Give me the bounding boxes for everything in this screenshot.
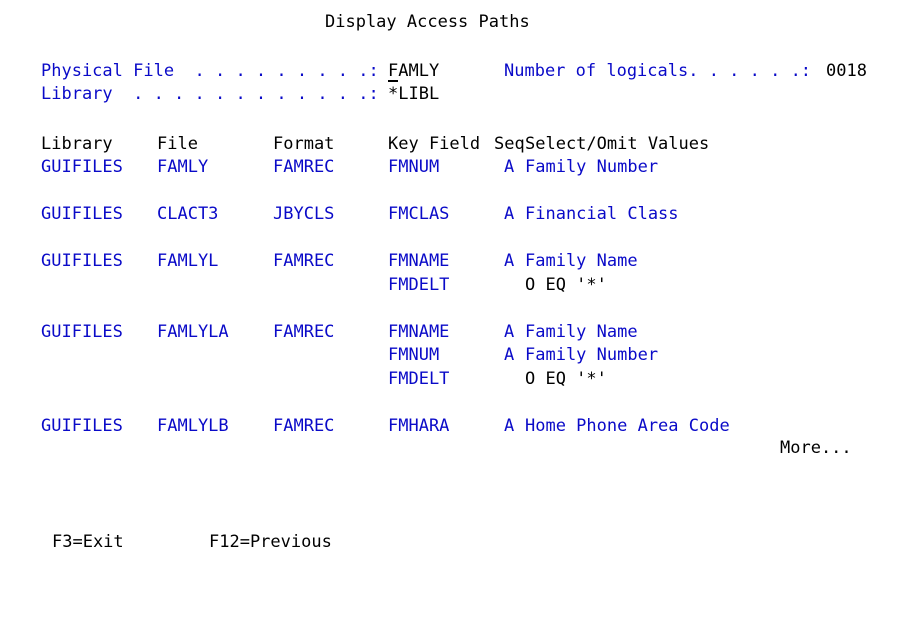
table-row: GUIFILES FAMLYL FAMREC FMNAME A Family Name <box>0 250 900 274</box>
page-title: Display Access Paths <box>325 12 530 32</box>
cell-format: FAMREC <box>273 415 335 436</box>
cell-file: FAMLYLA <box>157 321 229 342</box>
cell-key-field: FMNUM <box>388 157 440 177</box>
cell-key-field: FMCLAS <box>388 204 450 224</box>
cell-select-omit-values: Family Name <box>525 321 638 342</box>
table-row: GUIFILES FAMLY FAMREC FMNUM A Family Number <box>0 156 900 180</box>
column-header-row: Library File Format Key Field Seq Select… <box>0 133 900 157</box>
physical-file-row: Physical File . . . . . . . . .: FAMLY N… <box>0 60 900 84</box>
text-cursor <box>388 80 398 82</box>
cell-seq: A <box>504 157 515 177</box>
cell-seq: A <box>504 321 515 342</box>
cell-key-field: FMHARA <box>388 415 450 436</box>
cell-format: FAMREC <box>273 321 335 342</box>
column-header-format: Format <box>273 134 335 154</box>
function-key-f12-previous[interactable]: F12=Previous <box>209 531 332 555</box>
cell-seq: A <box>504 415 515 436</box>
cell-key-field: FMDELT <box>388 368 450 389</box>
column-header-seq: Seq <box>494 134 525 154</box>
cell-format: FAMREC <box>273 157 335 177</box>
more-indicator: More... <box>780 438 852 458</box>
cell-key-field: FMNAME <box>388 251 450 271</box>
cell-file: FAMLY <box>157 157 209 177</box>
library-input[interactable]: *LIBL <box>388 83 439 107</box>
column-header-file: File <box>157 134 198 154</box>
cell-select-omit-values: Family Number <box>525 157 659 177</box>
cell-seq: A <box>504 204 515 224</box>
physical-file-label: Physical File . . . . . . . . .: <box>41 61 379 81</box>
table-row: GUIFILES FAMLYLA FAMREC FMNAME A Family Name <box>0 321 900 345</box>
cell-key-field: FMNAME <box>388 321 450 342</box>
cell-select-omit-values: O EQ '*' <box>525 368 607 389</box>
more-indicator-row: More... <box>0 437 900 461</box>
cell-library: GUIFILES <box>41 251 123 271</box>
table-row: GUIFILES CLACT3 JBYCLS FMCLAS A Financial Cla… <box>0 203 900 227</box>
cell-library: GUIFILES <box>41 157 123 177</box>
table-row-continuation: FMDELT O EQ '*' <box>0 274 900 298</box>
table-row-continuation: FMNUM A Family Number <box>0 344 900 368</box>
cell-select-omit-values: Home Phone Area Code <box>525 415 730 436</box>
cell-format: FAMREC <box>273 251 335 271</box>
function-key-row: F3=Exit F12=Previous <box>0 531 900 555</box>
number-of-logicals-value: 0018 <box>826 61 867 81</box>
table-row-continuation: FMDELT O EQ '*' <box>0 368 900 392</box>
cell-library: GUIFILES <box>41 204 123 224</box>
library-label: Library . . . . . . . . . . . .: <box>41 84 379 104</box>
cell-select-omit-values: Family Number <box>525 345 659 365</box>
number-of-logicals-label: Number of logicals. . . . . .: <box>504 61 812 81</box>
column-header-key-field: Key Field <box>388 134 481 154</box>
cell-select-omit-values: Family Name <box>525 251 638 271</box>
library-row: Library . . . . . . . . . . . .: *LIBL <box>0 83 900 107</box>
cell-format: JBYCLS <box>273 204 335 224</box>
cell-library: GUIFILES <box>41 415 123 436</box>
cell-select-omit-values: O EQ '*' <box>525 274 607 295</box>
column-header-library: Library <box>41 134 113 154</box>
table-row: GUIFILES FAMLYLB FAMREC FMHARA A Home Phone A… <box>0 415 900 439</box>
function-key-f3-exit[interactable]: F3=Exit <box>52 531 124 555</box>
column-header-select-omit-values: Select/Omit Values <box>525 134 710 154</box>
cell-seq: A <box>504 251 515 271</box>
cell-select-omit-values: Financial Class <box>525 204 679 224</box>
cell-library: GUIFILES <box>41 321 123 342</box>
title-row: Display Access Paths <box>0 11 900 35</box>
cell-key-field: FMNUM <box>388 345 440 365</box>
cell-seq: A <box>504 345 515 365</box>
cell-key-field: FMDELT <box>388 274 450 295</box>
terminal-screen: Display Access Paths Physical File . . .… <box>0 0 900 575</box>
cell-file: CLACT3 <box>157 204 219 224</box>
cell-file: FAMLYLB <box>157 415 229 436</box>
cell-file: FAMLYL <box>157 251 219 271</box>
